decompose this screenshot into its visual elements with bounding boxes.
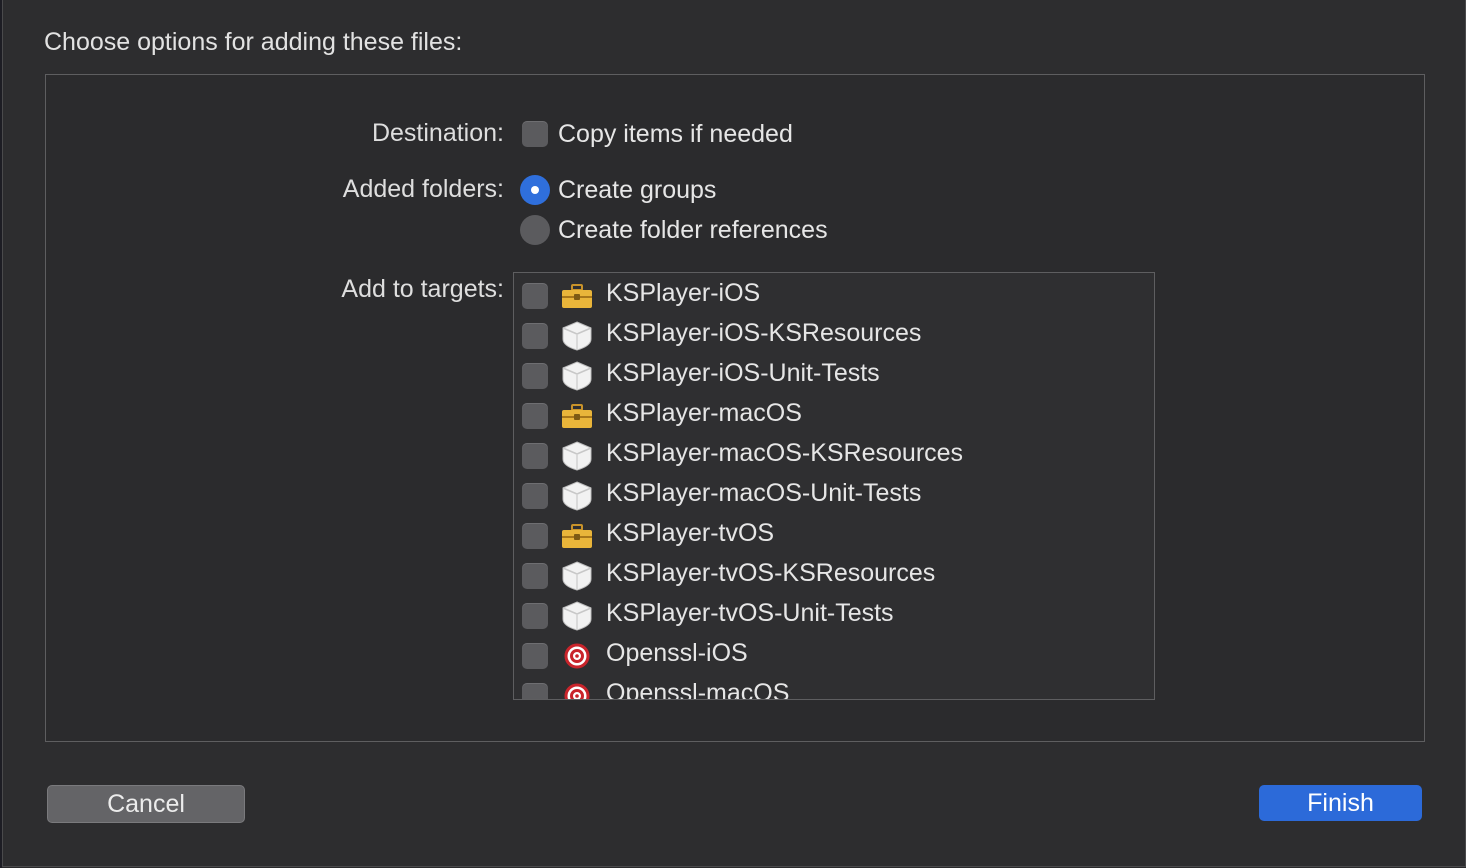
target-checkbox[interactable]	[522, 443, 548, 469]
create-folder-references-label[interactable]: Create folder references	[558, 216, 828, 245]
target-row[interactable]: Openssl-iOS	[514, 635, 1154, 675]
target-checkbox[interactable]	[522, 603, 548, 629]
target-row[interactable]: Openssl-macOS	[514, 675, 1154, 700]
target-row[interactable]: KSPlayer-iOS-Unit-Tests	[514, 355, 1154, 395]
target-row[interactable]: KSPlayer-tvOS-KSResources	[514, 555, 1154, 595]
copy-items-label[interactable]: Copy items if needed	[558, 120, 793, 149]
target-name: KSPlayer-macOS-KSResources	[606, 439, 964, 467]
target-row[interactable]: KSPlayer-macOS	[514, 395, 1154, 435]
target-name: KSPlayer-tvOS-Unit-Tests	[606, 599, 894, 627]
targets-list[interactable]: KSPlayer-iOS KSPlayer-iOS-KSResources KS…	[513, 272, 1155, 700]
target-icon	[564, 643, 590, 669]
bundle-icon	[562, 321, 592, 351]
target-icon	[564, 683, 590, 699]
target-checkbox[interactable]	[522, 523, 548, 549]
target-name: KSPlayer-iOS-KSResources	[606, 319, 922, 347]
toolbox-icon	[562, 524, 592, 548]
target-row[interactable]: KSPlayer-tvOS	[514, 515, 1154, 555]
target-row[interactable]: KSPlayer-iOS-KSResources	[514, 315, 1154, 355]
cancel-button[interactable]: Cancel	[47, 785, 245, 823]
bundle-icon	[562, 561, 592, 591]
target-checkbox[interactable]	[522, 283, 548, 309]
target-checkbox[interactable]	[522, 643, 548, 669]
target-checkbox[interactable]	[522, 483, 548, 509]
target-checkbox[interactable]	[522, 683, 548, 699]
target-name: KSPlayer-iOS	[606, 279, 761, 307]
add-to-targets-label: Add to targets:	[341, 275, 504, 303]
toolbox-icon	[562, 284, 592, 308]
target-name: Openssl-iOS	[606, 639, 748, 667]
target-name: KSPlayer-macOS	[606, 399, 802, 427]
create-groups-radio[interactable]	[520, 175, 550, 205]
bundle-icon	[562, 441, 592, 471]
destination-label: Destination:	[371, 119, 504, 147]
bundle-icon	[562, 361, 592, 391]
target-name: Openssl-macOS	[606, 679, 790, 700]
bundle-icon	[562, 601, 592, 631]
target-row[interactable]: KSPlayer-macOS-Unit-Tests	[514, 475, 1154, 515]
create-groups-label[interactable]: Create groups	[558, 176, 716, 205]
target-name: KSPlayer-tvOS	[606, 519, 775, 547]
target-checkbox[interactable]	[522, 403, 548, 429]
target-checkbox[interactable]	[522, 363, 548, 389]
copy-items-checkbox[interactable]	[522, 121, 548, 147]
add-files-dialog: Choose options for adding these files: D…	[2, 0, 1466, 867]
target-name: KSPlayer-iOS-Unit-Tests	[606, 359, 880, 387]
added-folders-label: Added folders:	[342, 175, 504, 203]
target-checkbox[interactable]	[522, 563, 548, 589]
dialog-title: Choose options for adding these files:	[44, 28, 463, 56]
target-row[interactable]: KSPlayer-tvOS-Unit-Tests	[514, 595, 1154, 635]
target-name: KSPlayer-tvOS-KSResources	[606, 559, 936, 587]
target-name: KSPlayer-macOS-Unit-Tests	[606, 479, 922, 507]
target-row[interactable]: KSPlayer-iOS	[514, 275, 1154, 315]
bundle-icon	[562, 481, 592, 511]
finish-button[interactable]: Finish	[1259, 785, 1422, 821]
create-folder-references-radio[interactable]	[520, 215, 550, 245]
target-row[interactable]: KSPlayer-macOS-KSResources	[514, 435, 1154, 475]
toolbox-icon	[562, 404, 592, 428]
target-checkbox[interactable]	[522, 323, 548, 349]
